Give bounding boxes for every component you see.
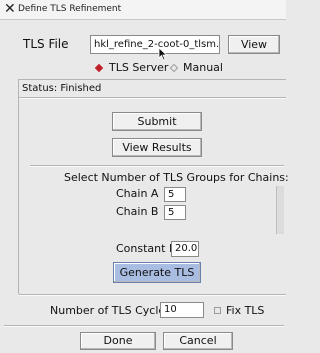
chain-b-groups-input[interactable]: 5 <box>164 205 186 220</box>
status-text: Status: Finished <box>22 83 102 94</box>
constant-b-label: Constant B <box>116 242 177 255</box>
fix-tls-label[interactable]: Fix TLS <box>226 304 264 317</box>
cancel-button[interactable]: Cancel <box>163 332 233 350</box>
chains-scrollbar[interactable] <box>276 186 284 234</box>
generate-tls-button[interactable]: Generate TLS <box>113 262 201 283</box>
title-bar: ✕ Define TLS Refinement <box>0 0 286 20</box>
done-button[interactable]: Done <box>80 332 156 350</box>
view-file-button[interactable]: View <box>228 35 280 54</box>
cycles-divider <box>19 294 286 296</box>
window-x-icon: ✕ <box>4 1 16 17</box>
manual-radio[interactable] <box>169 63 179 73</box>
submit-button[interactable]: Submit <box>112 112 202 131</box>
manual-label[interactable]: Manual <box>183 61 223 74</box>
fix-tls-checkbox[interactable] <box>214 307 221 314</box>
tls-server-label[interactable]: TLS Server <box>109 61 168 74</box>
tls-server-radio[interactable] <box>94 63 104 73</box>
status-divider <box>19 97 286 99</box>
cycles-label: Number of TLS Cycles <box>50 304 171 317</box>
chain-a-groups-input[interactable]: 5 <box>164 187 186 202</box>
groups-heading: Select Number of TLS Groups for Chains: <box>64 171 289 184</box>
chain-b-label: Chain B <box>116 205 159 218</box>
chain-a-label: Chain A <box>116 187 159 200</box>
mouse-cursor-icon <box>158 47 168 61</box>
status-frame-left <box>18 79 19 294</box>
window-title: Define TLS Refinement <box>18 4 122 14</box>
groups-divider <box>30 165 284 167</box>
view-results-button[interactable]: View Results <box>112 138 202 157</box>
tls-file-label: TLS File <box>23 37 69 51</box>
tls-file-input[interactable]: hkl_refine_2-coot-0_tlsm.t <box>90 35 220 54</box>
cycles-input[interactable]: 10 <box>160 302 204 318</box>
constant-b-input[interactable]: 20.0 <box>171 241 199 257</box>
footer-divider <box>4 325 284 327</box>
status-frame-top <box>18 79 286 80</box>
